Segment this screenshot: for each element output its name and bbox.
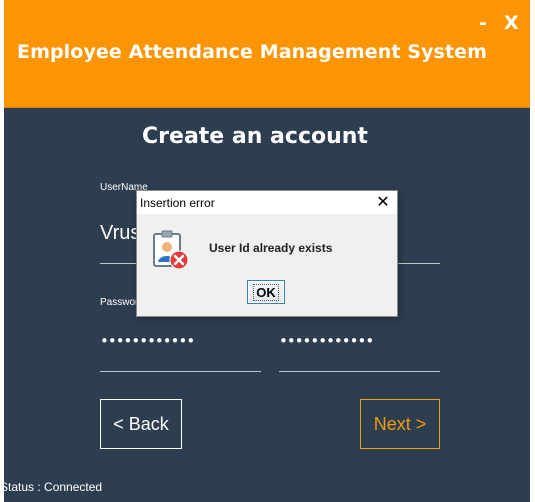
app-header: Employee Attendance Management System - … xyxy=(4,0,530,108)
confirm-password-underline xyxy=(279,371,440,372)
password-underline xyxy=(100,371,261,372)
error-dialog: Insertion error ✕ User Id already exists… xyxy=(136,190,398,317)
form-title: Create an account xyxy=(142,124,368,149)
user-error-icon xyxy=(151,228,191,272)
ok-button[interactable]: OK xyxy=(247,280,285,304)
dialog-titlebar[interactable]: Insertion error ✕ xyxy=(137,191,397,214)
dialog-message: User Id already exists xyxy=(209,241,333,255)
dialog-title: Insertion error xyxy=(140,196,215,210)
ok-button-label: OK xyxy=(253,283,279,301)
confirm-password-field[interactable]: •••••••••••• xyxy=(279,332,374,350)
status-text: Status : Connected xyxy=(0,480,103,494)
back-button[interactable]: < Back xyxy=(100,399,182,449)
minimize-button[interactable]: - xyxy=(479,10,487,36)
app-title: Employee Attendance Management System xyxy=(17,41,488,63)
dialog-close-button[interactable]: ✕ xyxy=(373,192,393,212)
close-button[interactable]: X xyxy=(504,10,519,36)
password-field[interactable]: •••••••••••• xyxy=(100,332,195,350)
next-button[interactable]: Next > xyxy=(360,399,440,449)
